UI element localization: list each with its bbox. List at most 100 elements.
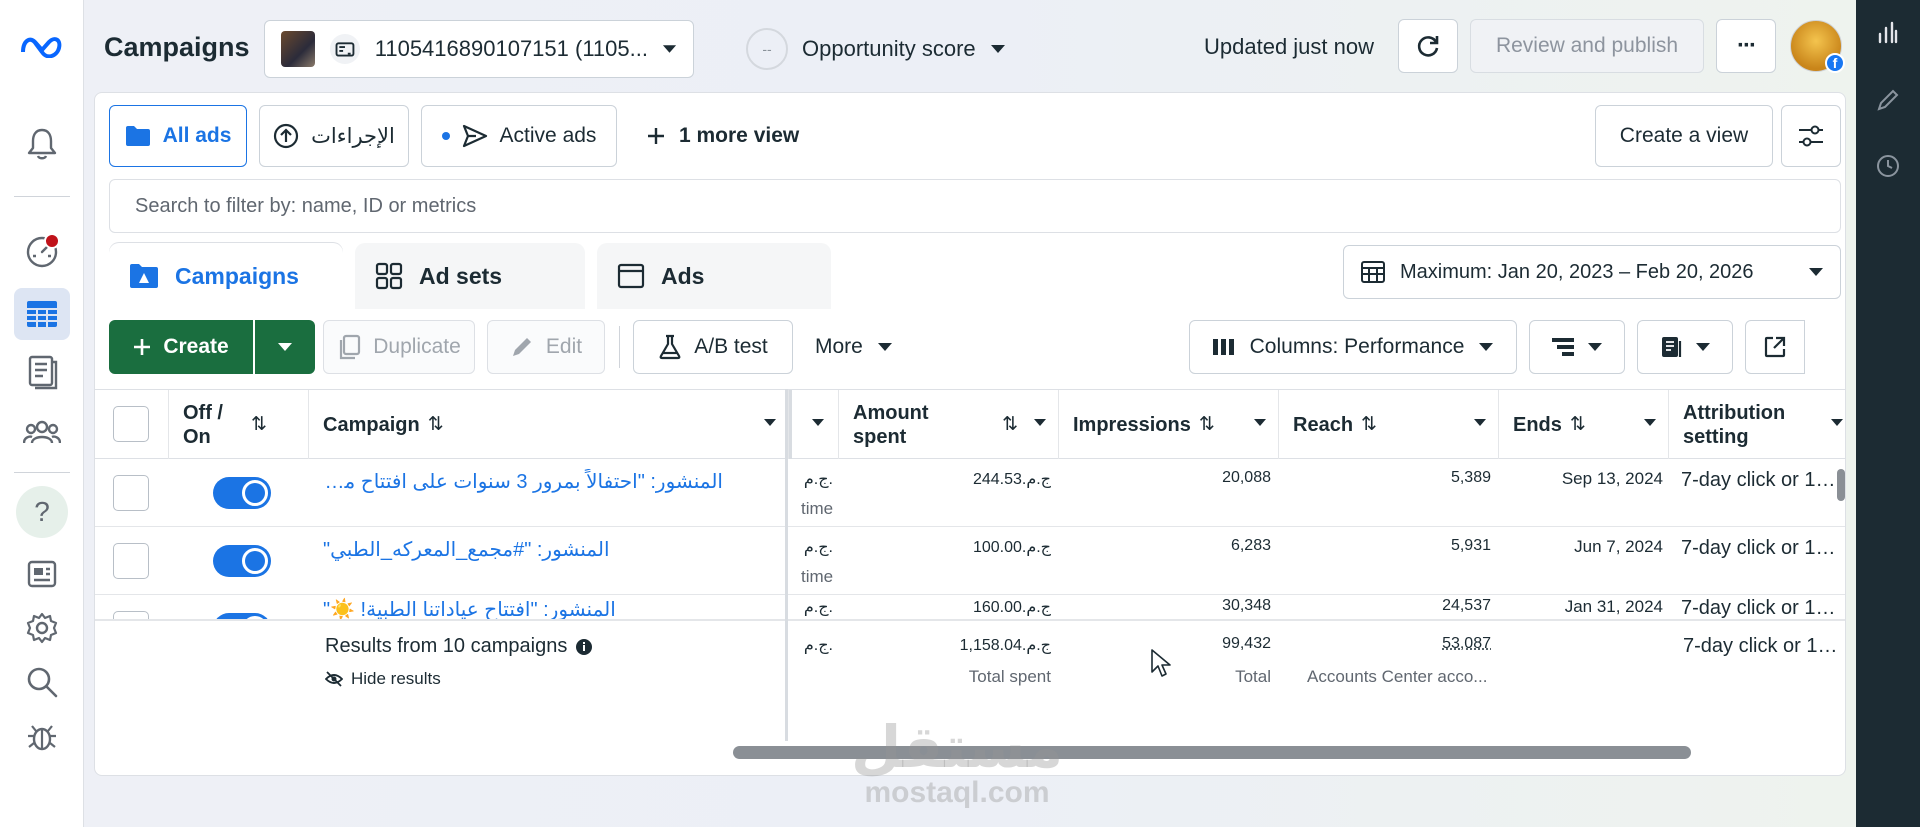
- search-filter-input[interactable]: Search to filter by: name, ID or metrics: [109, 179, 1841, 233]
- attribution-header[interactable]: Attribution setting: [1669, 390, 1845, 460]
- row-checkbox[interactable]: [113, 611, 149, 619]
- campaign-name-link[interactable]: المنشور: "افتتاح عياداتنا الطبية! ☀️": [323, 597, 723, 619]
- impressions-label: Impressions: [1073, 414, 1191, 436]
- view-tab-active-ads[interactable]: Active ads: [421, 105, 617, 167]
- reach-header[interactable]: Reach ⇅: [1279, 390, 1499, 460]
- results-header-partial[interactable]: [789, 390, 839, 460]
- attribution-cell: 7-day click or 1-day view: [1681, 537, 1839, 559]
- more-views-button[interactable]: 1 more view: [647, 105, 799, 167]
- ad-account-selector[interactable]: 1105416890107151 (1105...: [264, 20, 694, 78]
- search-icon[interactable]: [14, 656, 70, 708]
- user-avatar[interactable]: f: [1790, 20, 1845, 73]
- sort-icon: ⇅: [1002, 413, 1018, 435]
- create-dropdown-button[interactable]: [255, 320, 315, 374]
- billing-icon[interactable]: [14, 548, 70, 600]
- campaign-toggle[interactable]: [213, 477, 271, 509]
- history-icon[interactable]: [1876, 154, 1900, 178]
- review-and-publish-button[interactable]: Review and publish: [1470, 19, 1704, 73]
- vertical-scrollbar[interactable]: [1837, 469, 1845, 501]
- reach-label: Reach: [1293, 414, 1354, 436]
- summary-reach: 53,087: [1442, 635, 1491, 652]
- summary-impressions-sub: Total: [1235, 667, 1271, 686]
- calendar-table-icon: [1361, 261, 1385, 283]
- chevron-down-icon: [877, 343, 892, 351]
- sort-icon: ⇅: [427, 413, 444, 435]
- results-cell: ج.م.: [803, 471, 833, 488]
- chart-icon[interactable]: [1876, 20, 1900, 44]
- reports-icon: [1662, 337, 1682, 357]
- impressions-header[interactable]: Impressions ⇅: [1059, 390, 1279, 460]
- create-view-button[interactable]: Create a view: [1595, 105, 1773, 167]
- hide-results-button[interactable]: Hide results: [325, 669, 441, 689]
- campaign-header[interactable]: Campaign ⇅: [309, 390, 789, 460]
- edit-button[interactable]: Edit: [487, 320, 605, 374]
- more-actions-dropdown[interactable]: More: [815, 320, 893, 374]
- tab-ads[interactable]: Ads: [597, 243, 831, 309]
- ends-cell: Sep 13, 2024: [1561, 469, 1663, 488]
- account-id-label: 1105416890107151 (1105...: [374, 36, 648, 61]
- pages-icon[interactable]: [14, 346, 70, 398]
- campaign-toggle[interactable]: [213, 545, 271, 577]
- table-row[interactable]: المنشور: "افتتاح عياداتنا الطبية! ☀️" ج.…: [95, 595, 1845, 619]
- view-settings-button[interactable]: [1781, 105, 1841, 167]
- tab-ad-sets[interactable]: Ad sets: [355, 243, 585, 309]
- chevron-down-icon: [1034, 419, 1046, 426]
- table-toolbar: Create Duplicate Edit A/B test More Colu…: [95, 309, 1845, 381]
- select-all-checkbox[interactable]: [113, 406, 149, 442]
- toolbar-divider: [619, 326, 620, 368]
- chevron-down-icon: [278, 343, 292, 351]
- ends-header[interactable]: Ends ⇅: [1499, 390, 1669, 460]
- amount-spent-header[interactable]: Amount spent ⇅: [839, 390, 1059, 460]
- performance-gauge-icon[interactable]: [14, 226, 70, 278]
- duplicate-button[interactable]: Duplicate: [323, 320, 475, 374]
- campaign-header-label: Campaign: [323, 414, 420, 436]
- chevron-down-icon: [1696, 343, 1710, 351]
- chevron-down-icon: [764, 419, 776, 426]
- more-options-button[interactable]: ···: [1716, 19, 1776, 73]
- ads-manager-panel: All ads الإجراءات Active ads 1 more view…: [94, 92, 1846, 776]
- info-icon[interactable]: [575, 638, 593, 656]
- date-range-picker[interactable]: Maximum: Jan 20, 2023 – Feb 20, 2026: [1343, 245, 1841, 299]
- summary-impressions: 99,432: [1222, 635, 1271, 652]
- impressions-cell: 6,283: [1230, 537, 1271, 554]
- more-view-label: 1 more view: [679, 124, 800, 147]
- debug-icon[interactable]: [14, 710, 70, 762]
- tab-campaigns[interactable]: Campaigns: [109, 243, 343, 309]
- columns-dropdown[interactable]: Columns: Performance: [1189, 320, 1517, 374]
- summary-reach-sub: Accounts Center acco...: [1307, 667, 1488, 686]
- attribution-cell: 7-day click or 1-day view: [1681, 597, 1839, 619]
- top-bar: Campaigns 1105416890107151 (1105... -- O…: [84, 0, 1856, 92]
- notifications-icon[interactable]: [14, 118, 70, 170]
- opportunity-score-dropdown[interactable]: -- Opportunity score: [746, 28, 1006, 70]
- breakdown-dropdown[interactable]: [1529, 320, 1625, 374]
- ab-test-button[interactable]: A/B test: [633, 320, 793, 374]
- view-tab-actions[interactable]: الإجراءات: [259, 105, 409, 167]
- chevron-down-icon: [1474, 419, 1486, 426]
- meta-logo[interactable]: [14, 20, 70, 72]
- row-checkbox[interactable]: [113, 475, 149, 511]
- help-icon[interactable]: ?: [14, 486, 70, 538]
- audiences-icon[interactable]: [14, 406, 70, 458]
- campaigns-table-icon[interactable]: [14, 288, 70, 340]
- create-label: Create: [163, 335, 229, 358]
- chevron-down-icon: [1479, 343, 1494, 351]
- select-all-header: [95, 390, 169, 460]
- ad-window-icon: [617, 263, 645, 289]
- reports-dropdown[interactable]: [1637, 320, 1733, 374]
- pencil-icon[interactable]: [1876, 88, 1900, 112]
- table-row[interactable]: المنشور: "احتفالاً بمرور 3 سنوات على افت…: [95, 459, 1845, 527]
- amount-spent-cell: ج.م.100.00: [972, 539, 1051, 556]
- table-row[interactable]: المنشور: "#مجمع_المعركه_الطبي" ج.م. time…: [95, 527, 1845, 595]
- campaign-name-link[interactable]: المنشور: "احتفالاً بمرور 3 سنوات على افت…: [323, 469, 723, 494]
- view-tab-all-ads[interactable]: All ads: [109, 105, 247, 167]
- row-checkbox[interactable]: [113, 543, 149, 579]
- refresh-button[interactable]: [1398, 19, 1458, 73]
- off-on-header[interactable]: Off / On ⇅: [169, 390, 309, 460]
- create-button[interactable]: Create: [109, 320, 253, 374]
- alert-dot: [44, 233, 60, 249]
- export-button[interactable]: [1745, 320, 1805, 374]
- campaign-name-link[interactable]: المنشور: "#مجمع_المعركه_الطبي": [323, 537, 723, 562]
- sort-icon: ⇅: [1569, 413, 1586, 435]
- date-range-label: Maximum: Jan 20, 2023 – Feb 20, 2026: [1400, 260, 1754, 283]
- settings-icon[interactable]: [14, 602, 70, 654]
